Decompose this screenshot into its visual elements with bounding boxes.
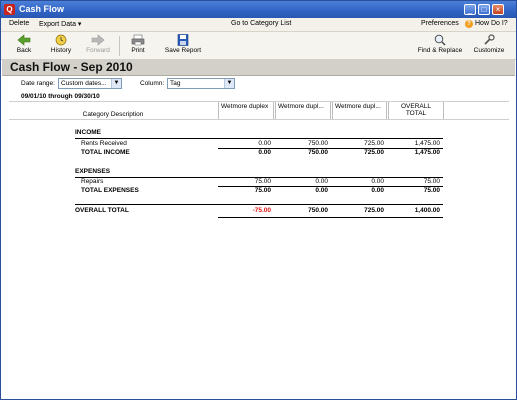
date-range-select[interactable]: Custom dates... ▼	[58, 78, 122, 89]
report-period: 09/01/10 through 09/30/10	[21, 93, 100, 100]
report-options: Date range: Custom dates... ▼ Column: Ta…	[1, 76, 516, 92]
toolbar: Back History Forward Print Save Report F…	[1, 32, 516, 60]
title-bar: Q Cash Flow _ □ ×	[1, 1, 516, 18]
overall-total-column-header[interactable]: OVERALL TOTAL	[388, 102, 444, 119]
total-income-row[interactable]: TOTAL INCOME 0.00 750.00 725.00 1,475.00	[1, 149, 516, 158]
overall-total-row[interactable]: OVERALL TOTAL -75.00 750.00 725.00 1,400…	[1, 207, 516, 216]
customize-button[interactable]: Customize	[471, 34, 507, 54]
forward-button[interactable]: Forward	[83, 34, 113, 54]
cash-flow-window: Q Cash Flow _ □ × Delete Export Data ▾ G…	[0, 0, 517, 400]
column-header-3[interactable]: Wetmore dupl...	[332, 102, 387, 119]
divider	[218, 217, 443, 218]
printer-icon	[131, 34, 145, 46]
help-icon[interactable]: ?	[465, 20, 473, 28]
column-label: Column:	[140, 80, 165, 87]
find-replace-button[interactable]: Find & Replace	[415, 34, 465, 54]
expenses-section-header: EXPENSES	[75, 168, 111, 175]
negative-value: -75.00	[252, 207, 271, 214]
column-select[interactable]: Tag ▼	[167, 78, 235, 89]
maximize-button[interactable]: □	[478, 4, 490, 15]
minimize-button[interactable]: _	[464, 4, 476, 15]
print-button[interactable]: Print	[125, 34, 151, 54]
history-button[interactable]: History	[47, 34, 75, 54]
export-data-menu[interactable]: Export Data ▾	[39, 20, 81, 28]
magnifier-icon	[434, 34, 446, 46]
wrench-icon	[484, 34, 495, 45]
divider	[75, 204, 443, 205]
column-header-1[interactable]: Wetmore duplex	[218, 102, 274, 119]
chevron-down-icon: ▼	[224, 79, 234, 88]
delete-menu[interactable]: Delete	[9, 20, 29, 27]
total-expenses-row[interactable]: TOTAL EXPENSES 75.00 0.00 0.00 75.00	[1, 187, 516, 196]
divider	[75, 138, 443, 139]
floppy-disk-icon	[177, 34, 189, 46]
quicken-logo-icon: Q	[4, 4, 15, 15]
how-do-i-link[interactable]: How Do I?	[475, 20, 508, 27]
income-section-header: INCOME	[75, 129, 101, 136]
category-column-header[interactable]: Category Description	[9, 102, 217, 119]
preferences-link[interactable]: Preferences	[421, 20, 459, 27]
history-icon	[55, 34, 67, 46]
toolbar-separator	[119, 36, 120, 56]
window-title: Cash Flow	[19, 4, 65, 14]
go-to-category-list-link[interactable]: Go to Category List	[231, 20, 291, 27]
close-button[interactable]: ×	[492, 4, 504, 15]
back-arrow-icon	[17, 34, 31, 46]
column-header-2[interactable]: Wetmore dupl...	[275, 102, 331, 119]
back-button[interactable]: Back	[11, 34, 37, 54]
menu-bar: Delete Export Data ▾ Go to Category List…	[1, 18, 516, 32]
date-range-label: Date range:	[21, 80, 55, 87]
report-title: Cash Flow - Sep 2010	[10, 60, 133, 74]
save-report-button[interactable]: Save Report	[161, 34, 205, 54]
chevron-down-icon: ▼	[111, 79, 121, 88]
forward-arrow-icon	[91, 34, 105, 46]
report-header: Cash Flow - Sep 2010	[2, 59, 515, 76]
